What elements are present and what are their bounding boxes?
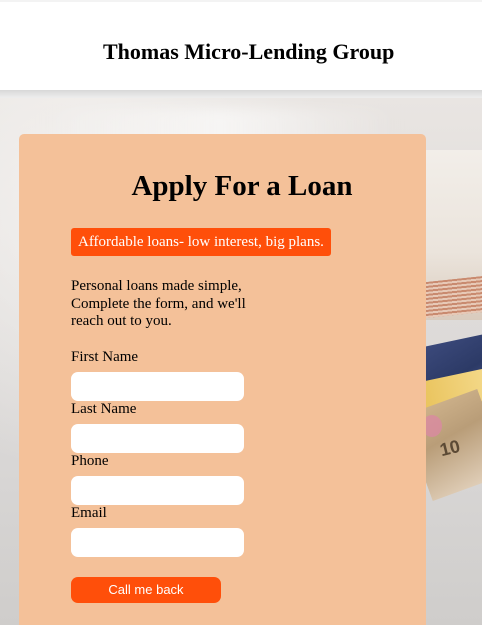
loan-form-card: Apply For a Loan Affordable loans- low i…: [19, 134, 426, 625]
first-name-input[interactable]: [71, 372, 244, 401]
email-input[interactable]: [71, 528, 244, 557]
site-title: Thomas Micro-Lending Group: [103, 39, 395, 64]
form-intro-text: Personal loans made simple, Complete the…: [71, 278, 246, 329]
tagline-badge: Affordable loans- low interest, big plan…: [71, 228, 331, 256]
email-label: Email: [71, 505, 107, 521]
last-name-input[interactable]: [71, 424, 244, 453]
first-name-label: First Name: [71, 349, 139, 365]
call-me-back-button[interactable]: Call me back: [71, 577, 221, 603]
phone-label: Phone: [71, 453, 109, 469]
last-name-label: Last Name: [71, 401, 137, 417]
form-title: Apply For a Loan: [131, 170, 353, 202]
header-shadow: [0, 90, 482, 98]
site-header: Thomas Micro-Lending Group: [0, 0, 482, 92]
phone-input[interactable]: [71, 476, 244, 505]
